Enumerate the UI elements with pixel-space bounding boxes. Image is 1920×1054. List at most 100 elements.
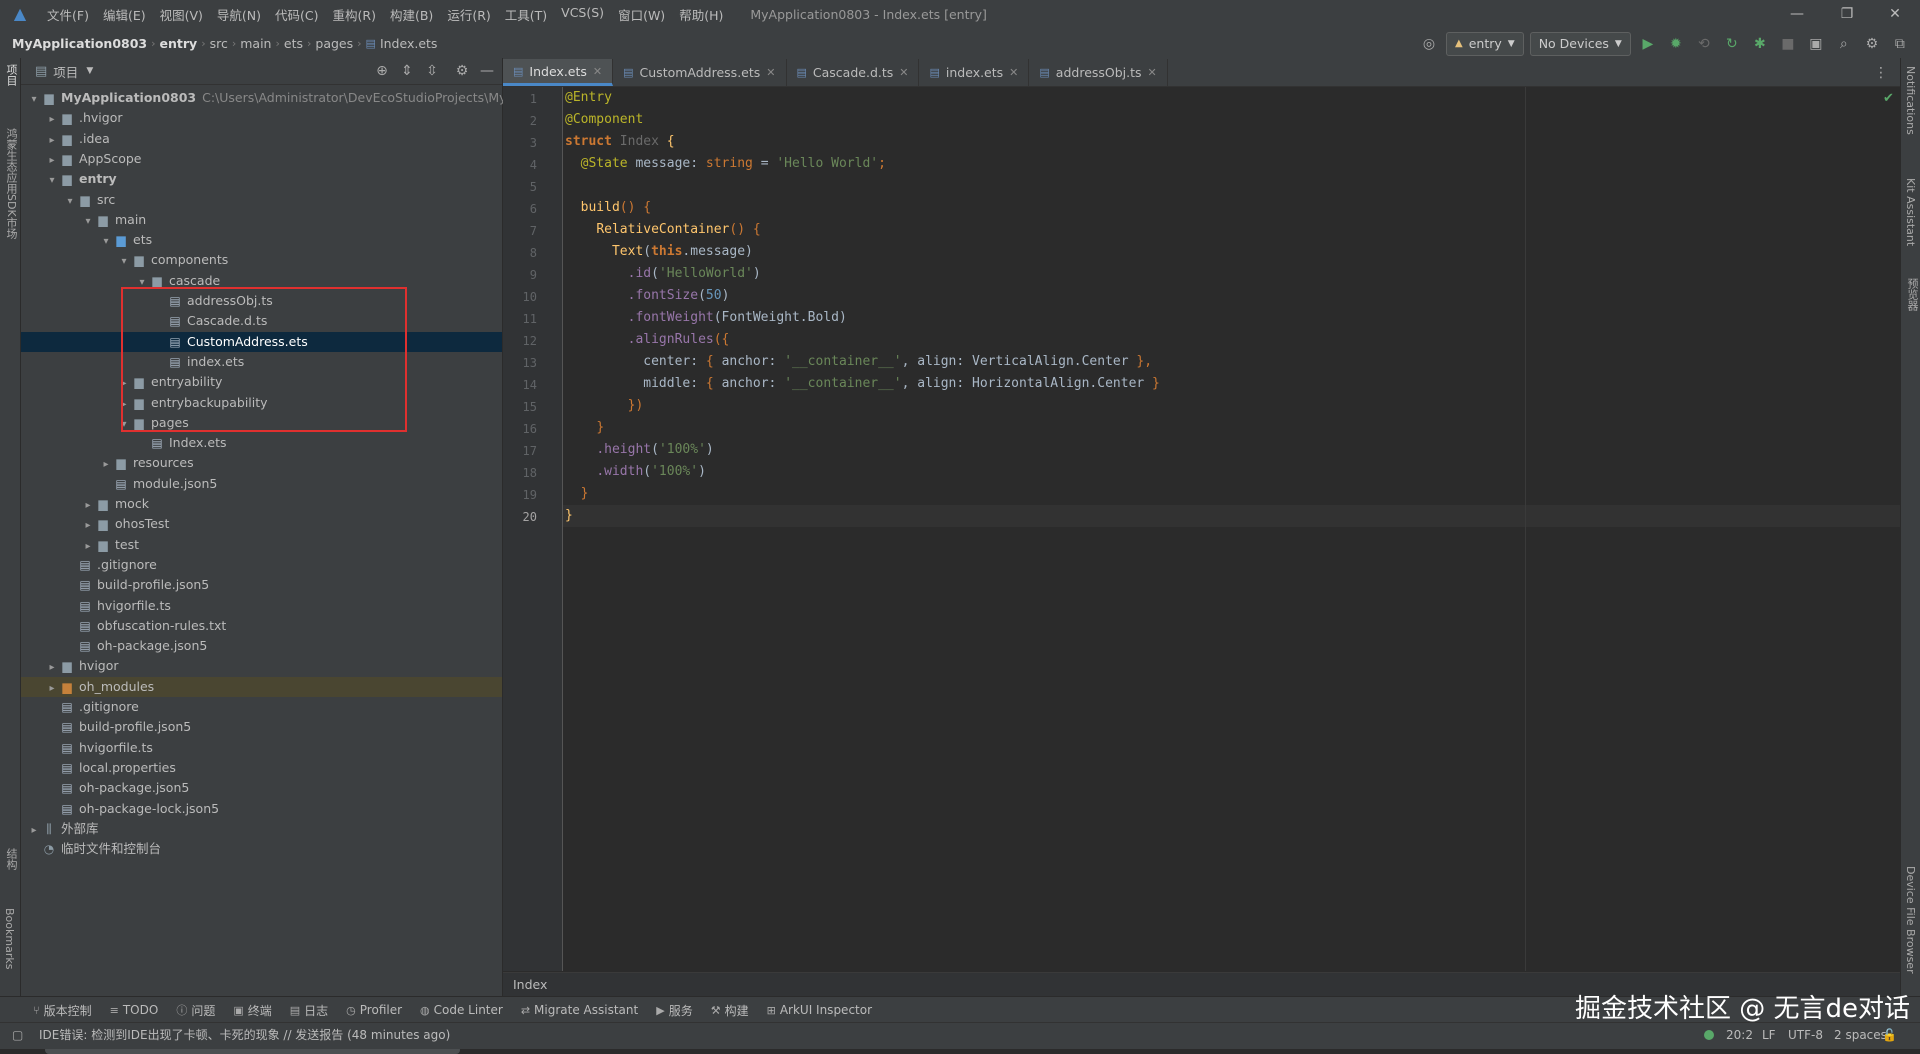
tool-window-hammer[interactable]: ⚒ 构建 [702,1002,758,1019]
tree-item[interactable]: ▾ ▆ MyApplication0803 C:\Users\Administrato… [21,88,530,110]
chevron-down-icon[interactable]: ▾ [27,90,41,110]
file-encoding[interactable]: UTF-8 [1788,1023,1823,1047]
tree-item[interactable]: ▸ ▆ .idea [21,129,502,149]
tree-item[interactable]: ▸ ▆ test [21,535,502,555]
breadcrumb-item[interactable]: main [236,36,275,51]
tool-window-log[interactable]: ▤ 日志 [281,1002,337,1019]
close-tab-icon[interactable]: ✕ [593,65,602,78]
tree-item[interactable]: ▤ .gitignore [21,555,502,575]
breadcrumb-item[interactable]: src [206,36,232,51]
locate-icon[interactable]: ⊕ [371,60,393,82]
breadcrumb-item[interactable]: entry [156,36,202,51]
menu-item[interactable]: 导航(N) [210,5,268,24]
previewer-tool-button[interactable]: 预览器 [1904,278,1920,311]
tree-item[interactable]: ▤ .gitignore [21,697,502,717]
tool-window-branch[interactable]: ⑂ 版本控制 [24,1002,101,1019]
tool-window-list[interactable]: ≡ TODO [101,1003,168,1017]
menu-item[interactable]: 构建(B) [383,5,440,24]
profile-icon[interactable]: ✱ [1749,33,1771,55]
editor-tab[interactable]: ▤ addressObj.ts ✕ [1029,59,1168,86]
chevron-down-icon[interactable]: ▾ [63,192,77,212]
chevron-right-icon[interactable]: ▸ [45,679,59,699]
editor-tab[interactable]: ▤ index.ets ✕ [919,59,1030,86]
caret-position[interactable]: 20:2 [1726,1023,1753,1047]
device-manager-icon[interactable]: ▣ [1805,33,1827,55]
settings-icon[interactable]: ⚙ [1861,33,1883,55]
tree-item[interactable]: ▾ ▆ src [21,190,502,210]
tool-window-migrate[interactable]: ⇄ Migrate Assistant [512,1003,647,1017]
tool-window-inspector[interactable]: ⊞ ArkUI Inspector [758,1003,881,1017]
kit-assistant-tool-button[interactable]: Kit Assistant [1904,178,1917,246]
sdk-market-tool-button[interactable]: 鸿蒙生态应用SDK市场 [3,128,19,239]
tree-item[interactable]: ▾ ▆ components [21,250,502,270]
tree-item[interactable]: ▤ oh-package.json5 [21,636,502,656]
tree-item[interactable]: ▤ module.json5 [21,474,502,494]
close-tab-icon[interactable]: ✕ [1148,66,1157,79]
menu-item[interactable]: 代码(C) [268,5,325,24]
chevron-right-icon[interactable]: ▸ [81,496,95,516]
tree-item[interactable]: ▤ hvigorfile.ts [21,596,502,616]
indent-setting[interactable]: 2 spaces [1834,1023,1887,1047]
tree-item[interactable]: ▾ ▆ ets [21,230,502,250]
menu-item[interactable]: 视图(V) [153,5,210,24]
editor-tab[interactable]: ▤ Cascade.d.ts ✕ [787,59,920,86]
inspection-ok-icon[interactable]: ✔ [1883,91,1894,106]
menu-item[interactable]: 运行(R) [440,5,497,24]
chevron-right-icon[interactable]: ▸ [99,455,113,475]
tool-window-terminal[interactable]: ▣ 终端 [224,1002,280,1019]
tool-window-info[interactable]: ⓘ 问题 [167,1002,224,1019]
close-tab-icon[interactable]: ✕ [766,66,775,79]
menu-item[interactable]: VCS(S) [554,5,611,24]
menu-item[interactable]: 编辑(E) [96,5,153,24]
editor-tab[interactable]: ▤ CustomAddress.ets ✕ [613,59,787,86]
status-message[interactable]: IDE错误: 检测到IDE出现了卡顿、卡死的现象 // 发送报告 (48 min… [39,1023,450,1047]
restore-icon[interactable]: ❐ [1824,0,1870,28]
target-icon[interactable]: ◎ [1418,33,1440,55]
tree-item[interactable]: ▸ ▆ mock [21,494,502,514]
line-ending[interactable]: LF [1762,1023,1776,1047]
notifications-tool-button[interactable]: Notifications [1904,66,1917,135]
chevron-right-icon[interactable]: ▸ [27,821,41,841]
chevron-down-icon[interactable]: ▼ [86,66,93,76]
breadcrumb-item[interactable]: MyApplication0803 [8,36,151,51]
chevron-down-icon[interactable]: ▾ [117,252,131,272]
menu-item[interactable]: 文件(F) [40,5,96,24]
tree-item[interactable]: ▾ ▆ entry [21,169,502,189]
editor-tab[interactable]: ▤ Index.ets ✕ [503,59,614,86]
project-tool-button[interactable]: 项目 [3,64,19,86]
tree-item[interactable]: ▸ ▆ oh_modules [21,676,502,699]
tree-item[interactable]: ▤ hvigorfile.ts [21,738,502,758]
tree-item[interactable]: ▤ obfuscation-rules.txt [21,616,502,636]
more-tabs-icon[interactable]: ⋮ [1870,62,1892,84]
chevron-right-icon[interactable]: ▸ [81,537,95,557]
debug-icon[interactable]: ✹ [1665,33,1687,55]
minimize-icon[interactable]: — [1774,0,1820,28]
chevron-right-icon[interactable]: ▸ [45,151,59,171]
menu-item[interactable]: 窗口(W) [611,5,672,24]
search-icon[interactable]: ⌕ [1833,33,1855,55]
chevron-down-icon[interactable]: ▾ [45,171,59,191]
tool-window-profiler[interactable]: ◷ Profiler [337,1003,411,1017]
breadcrumb-item[interactable]: Index.ets [376,36,442,51]
chevron-right-icon[interactable]: ▸ [45,110,59,130]
collapse-all-icon[interactable]: ⇳ [421,60,443,82]
close-tab-icon[interactable]: ✕ [899,66,908,79]
tree-item[interactable]: ▾ ▆ main [21,210,502,230]
lock-icon[interactable]: 🔓 [1882,1023,1897,1047]
breadcrumb-item[interactable]: ets [280,36,307,51]
structure-tool-button[interactable]: 结构 [3,848,19,870]
tree-item[interactable]: ▤ build-profile.json5 [21,575,502,595]
run-config-select[interactable]: ▲ entry ▼ [1446,32,1524,56]
tree-item[interactable]: ▤ Index.ets [21,433,502,453]
chevron-right-icon[interactable]: ▸ [45,658,59,678]
tree-item[interactable]: ◔ 临时文件和控制台 [21,839,502,859]
chevron-down-icon[interactable]: ▾ [81,212,95,232]
project-panel-title[interactable]: 项目 [53,62,78,81]
gear-icon[interactable]: ⚙ [451,60,473,82]
device-file-browser-tool-button[interactable]: Device File Browser [1904,866,1917,974]
tree-item[interactable]: ▸ ▆ hvigor [21,656,502,676]
tool-window-services[interactable]: ▶ 服务 [647,1002,701,1019]
tree-item[interactable]: ▸ ▆ resources [21,453,502,473]
hide-panel-icon[interactable]: — [476,60,498,82]
close-tab-icon[interactable]: ✕ [1009,66,1018,79]
